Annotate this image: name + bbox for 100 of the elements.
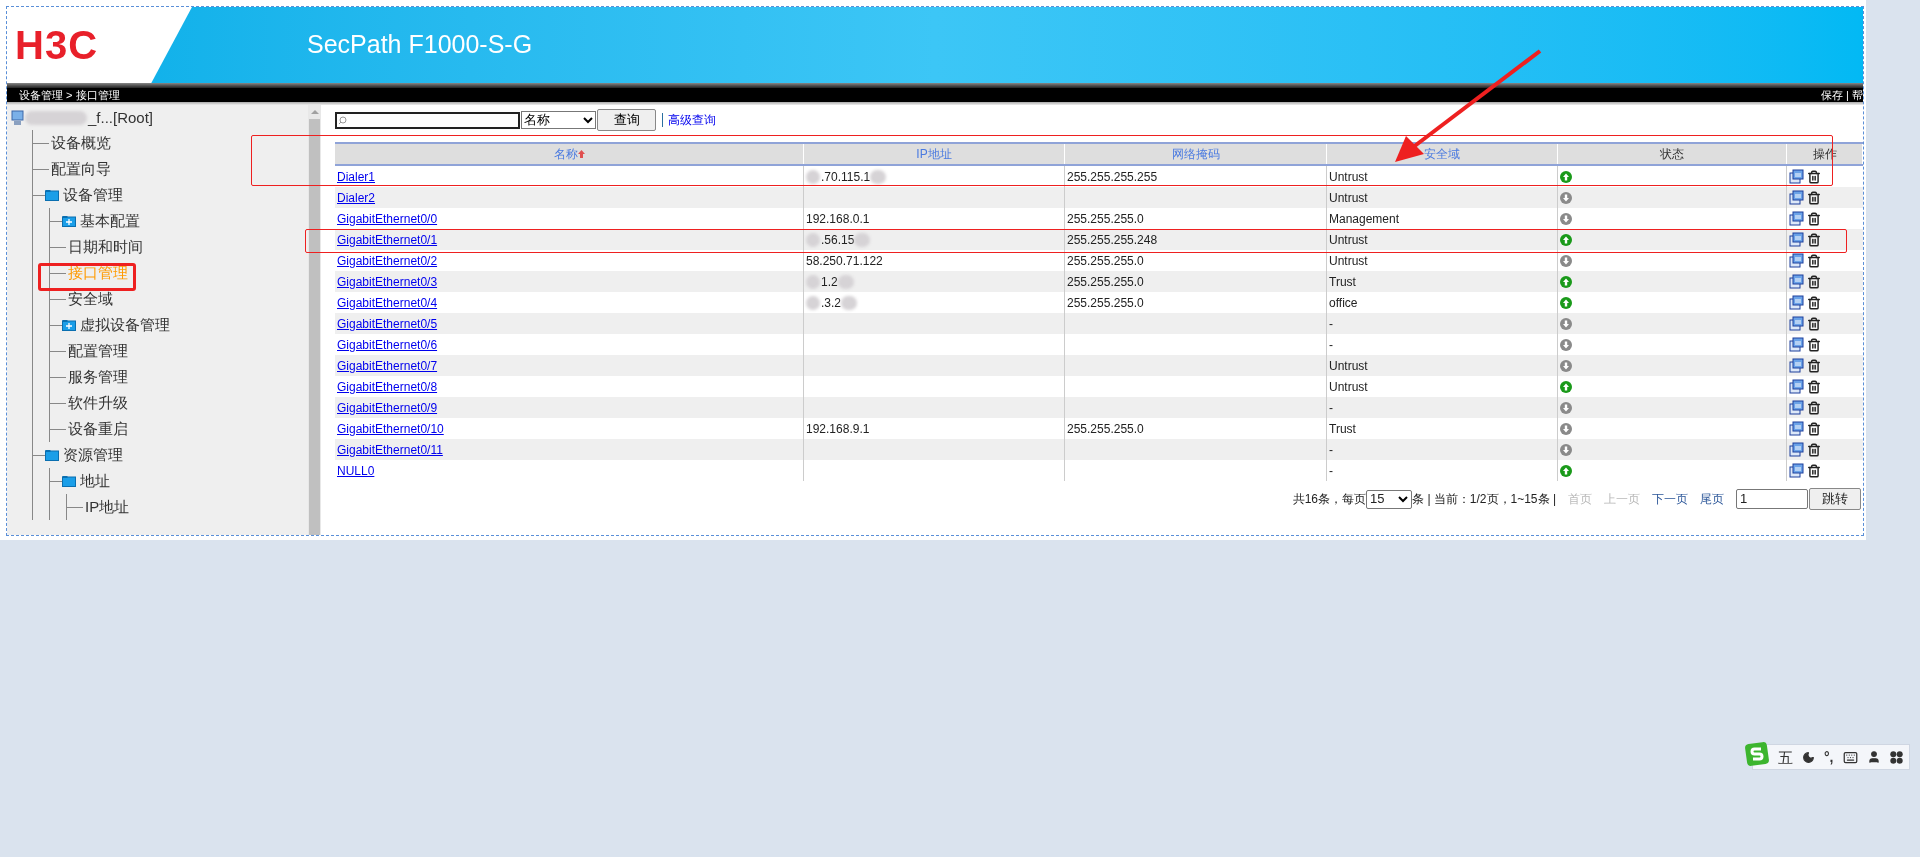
- up-arrow-icon[interactable]: [1560, 275, 1572, 288]
- table-cell-text: .56.15: [821, 231, 855, 249]
- root-node[interactable]: _f...[Root]: [88, 106, 154, 130]
- clover-icon[interactable]: [1889, 750, 1903, 764]
- down-arrow-icon[interactable]: [1560, 191, 1572, 204]
- edit-icon[interactable]: [1789, 274, 1804, 289]
- delete-icon[interactable]: [1807, 253, 1821, 268]
- delete-icon[interactable]: [1807, 211, 1821, 226]
- moon-icon[interactable]: [1802, 750, 1815, 764]
- tree-item[interactable]: 虚拟设备管理: [80, 313, 170, 337]
- up-arrow-icon[interactable]: [1560, 296, 1572, 309]
- interface-link[interactable]: GigabitEthernet0/10: [337, 421, 444, 436]
- interface-link[interactable]: GigabitEthernet0/5: [337, 316, 438, 331]
- folder-icon[interactable]: [62, 319, 76, 331]
- interface-link[interactable]: GigabitEthernet0/0: [337, 211, 438, 226]
- pager-link[interactable]: 下一页: [1652, 490, 1688, 508]
- tree-item[interactable]: 设备管理: [63, 183, 123, 207]
- user-icon[interactable]: [1866, 750, 1881, 764]
- delete-icon[interactable]: [1807, 190, 1821, 205]
- delete-icon[interactable]: [1807, 316, 1821, 331]
- edit-icon[interactable]: [1789, 211, 1804, 226]
- tree-item[interactable]: 配置管理: [68, 339, 128, 363]
- up-arrow-icon[interactable]: [1560, 170, 1572, 183]
- interface-link[interactable]: GigabitEthernet0/9: [337, 400, 438, 415]
- interface-link[interactable]: GigabitEthernet0/11: [337, 442, 443, 457]
- tree-item[interactable]: 配置向导: [51, 157, 111, 181]
- tree-item[interactable]: 服务管理: [68, 365, 128, 389]
- up-arrow-icon[interactable]: [1560, 380, 1572, 393]
- tree-item[interactable]: 日期和时间: [68, 235, 143, 259]
- tree-item[interactable]: 软件升级: [68, 391, 128, 415]
- delete-icon[interactable]: [1807, 400, 1821, 415]
- down-arrow-icon[interactable]: [1560, 338, 1572, 351]
- interface-link[interactable]: GigabitEthernet0/1: [337, 232, 438, 247]
- tree-item[interactable]: 地址: [80, 469, 110, 493]
- delete-icon[interactable]: [1807, 442, 1821, 457]
- down-arrow-icon[interactable]: [1560, 401, 1572, 414]
- interface-link[interactable]: GigabitEthernet0/8: [337, 379, 438, 394]
- tree-item[interactable]: 安全域: [68, 287, 113, 311]
- interface-link[interactable]: GigabitEthernet0/3: [337, 274, 438, 289]
- query-button[interactable]: 查询: [597, 109, 656, 131]
- interface-link[interactable]: GigabitEthernet0/2: [337, 253, 438, 268]
- down-arrow-icon[interactable]: [1560, 422, 1572, 435]
- delete-icon[interactable]: [1807, 337, 1821, 352]
- delete-icon[interactable]: [1807, 358, 1821, 373]
- page-size-select[interactable]: 15: [1366, 489, 1413, 509]
- search-field[interactable]: [335, 111, 520, 129]
- delete-icon[interactable]: [1807, 274, 1821, 289]
- pager-link[interactable]: 尾页: [1700, 490, 1724, 508]
- delete-icon[interactable]: [1807, 379, 1821, 394]
- interface-link[interactable]: Dialer1: [337, 169, 375, 184]
- delete-icon[interactable]: [1807, 169, 1821, 184]
- field-select[interactable]: 名称: [521, 111, 596, 129]
- scrollbar[interactable]: [308, 105, 321, 535]
- delete-icon[interactable]: [1807, 463, 1821, 478]
- interface-link[interactable]: GigabitEthernet0/4: [337, 295, 438, 310]
- punctuation-mode[interactable]: °,: [1824, 750, 1834, 764]
- edit-icon[interactable]: [1789, 358, 1804, 373]
- delete-icon[interactable]: [1807, 295, 1821, 310]
- folder-icon[interactable]: [62, 475, 76, 487]
- tree-item[interactable]: 资源管理: [63, 443, 123, 467]
- edit-icon[interactable]: [1789, 421, 1804, 436]
- edit-icon[interactable]: [1789, 463, 1804, 478]
- tree-item[interactable]: IP地址: [85, 495, 130, 519]
- tree-item[interactable]: 设备重启: [68, 417, 128, 441]
- delete-icon[interactable]: [1807, 421, 1821, 436]
- keyboard-icon[interactable]: [1842, 749, 1858, 765]
- edit-icon[interactable]: [1789, 379, 1804, 394]
- sort-ascending-icon[interactable]: [577, 150, 585, 158]
- interface-link[interactable]: GigabitEthernet0/7: [337, 358, 438, 373]
- advanced-search-link[interactable]: 高级查询: [668, 111, 716, 129]
- down-arrow-icon[interactable]: [1560, 212, 1572, 225]
- edit-icon[interactable]: [1789, 190, 1804, 205]
- up-arrow-icon[interactable]: [1560, 233, 1572, 246]
- interface-link[interactable]: GigabitEthernet0/6: [337, 337, 438, 352]
- interface-link[interactable]: NULL0: [337, 463, 375, 478]
- tree-item[interactable]: 基本配置: [80, 209, 140, 233]
- edit-icon[interactable]: [1789, 442, 1804, 457]
- folder-icon[interactable]: [45, 189, 59, 201]
- folder-icon[interactable]: [45, 449, 59, 461]
- edit-icon[interactable]: [1789, 232, 1804, 247]
- up-arrow-icon[interactable]: [1560, 464, 1572, 477]
- toolbar-links[interactable]: 保存 | 帮: [1821, 89, 1863, 101]
- edit-icon[interactable]: [1789, 400, 1804, 415]
- edit-icon[interactable]: [1789, 295, 1804, 310]
- down-arrow-icon[interactable]: [1560, 443, 1572, 456]
- input-method-logo-icon[interactable]: [1745, 742, 1769, 766]
- edit-icon[interactable]: [1789, 337, 1804, 352]
- edit-icon[interactable]: [1789, 169, 1804, 184]
- down-arrow-icon[interactable]: [1560, 317, 1572, 330]
- interface-link[interactable]: Dialer2: [337, 190, 375, 205]
- delete-icon[interactable]: [1807, 232, 1821, 247]
- tree-item[interactable]: 设备概览: [51, 131, 111, 155]
- input-mode[interactable]: 五: [1778, 749, 1793, 765]
- edit-icon[interactable]: [1789, 253, 1804, 268]
- page-input[interactable]: 1: [1736, 489, 1808, 509]
- folder-icon[interactable]: [62, 215, 76, 227]
- down-arrow-icon[interactable]: [1560, 254, 1572, 267]
- go-button[interactable]: 跳转: [1809, 488, 1861, 510]
- down-arrow-icon[interactable]: [1560, 359, 1572, 372]
- edit-icon[interactable]: [1789, 316, 1804, 331]
